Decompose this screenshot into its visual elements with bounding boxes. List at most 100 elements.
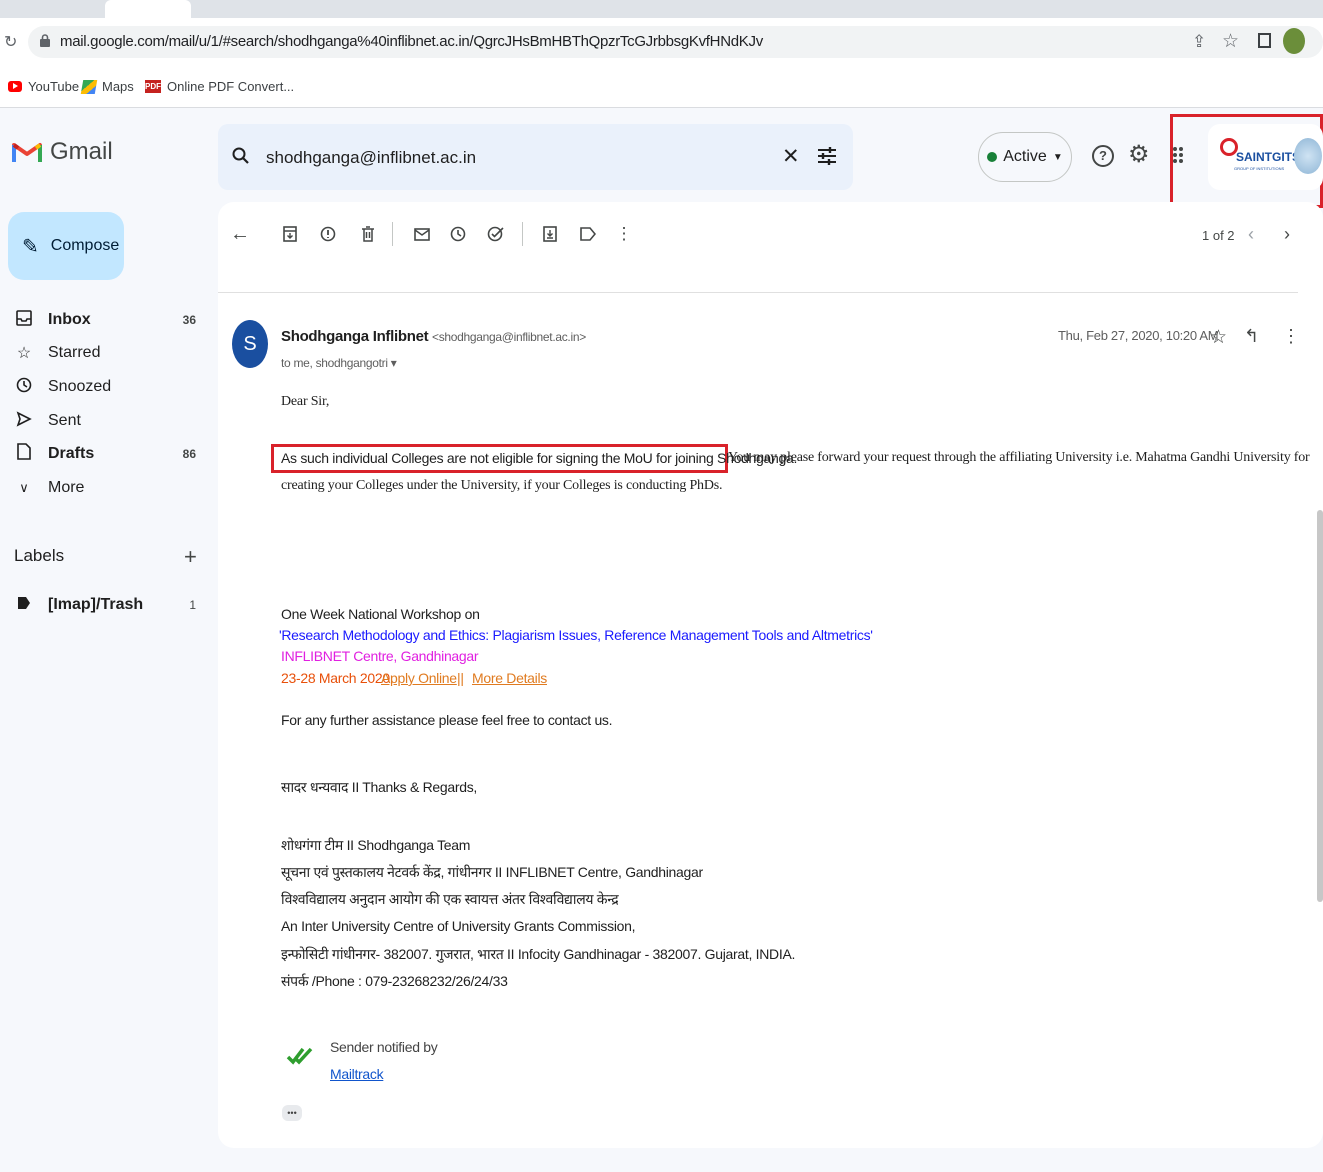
sender-avatar[interactable]: S <box>232 320 268 368</box>
mark-unread-icon[interactable] <box>412 224 432 244</box>
sidebar-label-trash[interactable]: [Imap]/Trash 1 <box>14 590 204 620</box>
add-label-icon[interactable]: + <box>184 544 197 570</box>
sender-email: <shodhganga@inflibnet.ac.in> <box>432 330 586 344</box>
body-para1-line2: creating your Colleges under the Univers… <box>281 478 723 493</box>
scrollbar[interactable] <box>1317 510 1323 902</box>
youtube-icon <box>8 81 22 92</box>
bookmark-label: YouTube <box>28 79 80 94</box>
reply-icon[interactable]: ↰ <box>1244 326 1259 347</box>
signature-line-1: शोधगंगा टीम II Shodhganga Team <box>281 837 471 853</box>
back-arrow-icon[interactable]: ← <box>230 223 250 245</box>
side-panel-icon[interactable] <box>1258 33 1271 48</box>
maps-icon <box>80 79 98 94</box>
more-details-link[interactable]: More Details <box>472 670 547 686</box>
add-task-icon[interactable] <box>486 224 506 244</box>
pdf-icon: PDF <box>145 80 161 93</box>
search-bar[interactable]: shodhganga@inflibnet.ac.in ✕ <box>218 124 853 190</box>
share-icon[interactable]: ⇪ <box>1192 32 1206 52</box>
browser-address-bar: ↻ mail.google.com/mail/u/1/#search/shodh… <box>0 18 1323 68</box>
browser-menu-icon[interactable]: ⋮ <box>1316 30 1323 50</box>
gmail-wordmark: Gmail <box>50 138 113 165</box>
sidebar-item-label: Drafts <box>48 445 95 462</box>
signature-line-4: An Inter University Centre of University… <box>281 918 636 934</box>
gmail-logo[interactable]: Gmail <box>12 138 113 166</box>
bookmark-youtube[interactable]: YouTube <box>8 79 79 94</box>
reload-icon[interactable]: ↻ <box>4 32 17 52</box>
account-avatar <box>1294 138 1322 174</box>
sidebar-item-snoozed[interactable]: Snoozed <box>14 372 204 402</box>
snooze-icon[interactable] <box>448 224 468 244</box>
highlighted-sentence: As such individual Colleges are not elig… <box>281 450 798 466</box>
move-to-icon[interactable] <box>540 224 560 244</box>
workshop-heading: One Week National Workshop on <box>281 606 480 622</box>
recipients-line[interactable]: to me, shodhgangotri ▾ <box>281 356 397 370</box>
workshop-dates-text: 23-28 March 2020. <box>281 670 394 686</box>
compose-button[interactable]: ✎ Compose <box>8 212 124 280</box>
report-spam-icon[interactable] <box>318 224 338 244</box>
gmail-m-icon <box>12 143 42 162</box>
toolbar-divider <box>392 222 393 246</box>
profile-avatar[interactable] <box>1283 28 1305 54</box>
clear-search-icon[interactable]: ✕ <box>782 144 800 169</box>
bookmark-star-icon[interactable]: ☆ <box>1222 30 1239 53</box>
star-email-icon[interactable]: ☆ <box>1210 326 1227 349</box>
search-input[interactable]: shodhganga@inflibnet.ac.in <box>266 148 476 168</box>
draft-icon <box>14 443 34 465</box>
clock-icon <box>14 377 34 398</box>
workshop-dates: 23-28 March 2020. Apply Online || More D… <box>281 670 547 686</box>
mailtrack-link[interactable]: Mailtrack <box>330 1066 384 1082</box>
show-trimmed-content[interactable]: ••• <box>282 1105 302 1121</box>
labels-heading: Labels <box>14 546 65 565</box>
delete-icon[interactable] <box>358 224 378 244</box>
url-text: mail.google.com/mail/u/1/#search/shodhga… <box>60 33 763 50</box>
apps-grid-icon[interactable] <box>1172 146 1188 166</box>
star-icon: ☆ <box>16 345 32 362</box>
recipients-text: to me, shodhgangotri <box>281 356 388 370</box>
sidebar-item-more[interactable]: ∨ More <box>14 473 204 503</box>
archive-icon[interactable] <box>280 224 300 244</box>
active-dot-icon <box>987 152 998 162</box>
bookmarks-bar: YouTube Maps PDF Online PDF Convert... <box>0 68 1323 108</box>
sidebar-item-count: 86 <box>182 447 196 461</box>
inbox-icon <box>14 309 34 331</box>
sidebar-item-drafts[interactable]: Drafts 86 <box>14 439 204 469</box>
sidebar-item-label: [Imap]/Trash <box>48 596 144 613</box>
search-options-icon[interactable] <box>818 146 836 166</box>
bookmark-label: Online PDF Convert... <box>167 79 295 94</box>
email-more-icon[interactable]: ⋮ <box>1282 326 1300 347</box>
account-switcher[interactable]: SAINTGITS GROUP OF INSTITUTIONS <box>1208 124 1323 190</box>
assistance-text: For any further assistance please feel f… <box>281 712 613 728</box>
signature-line-6: संपर्क /Phone : 079-23268232/26/24/33 <box>281 973 508 989</box>
settings-gear-icon[interactable]: ⚙ <box>1128 140 1150 169</box>
more-options-icon[interactable]: ⋮ <box>614 224 634 244</box>
browser-active-tab[interactable] <box>105 0 191 18</box>
divider <box>218 292 1298 293</box>
notified-by-text: Sender notified by <box>330 1039 438 1055</box>
bookmark-pdf[interactable]: PDF Online PDF Convert... <box>145 79 294 94</box>
greeting: Dear Sir, <box>281 394 330 409</box>
sidebar-item-label: Sent <box>48 412 81 429</box>
newer-chevron-icon[interactable]: ‹ <box>1248 224 1254 245</box>
sender-name[interactable]: Shodhganga Inflibnet <box>281 328 429 345</box>
email-toolbar: ← ⋮ 1 of 2 ‹ › <box>218 202 1323 270</box>
sidebar-item-sent[interactable]: Sent <box>14 406 204 436</box>
pencil-icon: ✎ <box>22 235 39 258</box>
regards-text: सादर धन्यवाद II Thanks & Regards, <box>281 779 477 795</box>
toolbar-divider <box>522 222 523 246</box>
sidebar-item-label: More <box>48 479 85 496</box>
sidebar-item-starred[interactable]: ☆ Starred <box>14 338 204 368</box>
lock-icon[interactable] <box>40 34 50 52</box>
search-icon[interactable] <box>232 147 250 165</box>
status-selector[interactable]: Active ▼ <box>978 132 1072 182</box>
label-icon[interactable] <box>578 224 598 244</box>
older-chevron-icon[interactable]: › <box>1284 224 1290 245</box>
sidebar-item-label: Starred <box>48 344 101 361</box>
email-view-panel: ← ⋮ 1 of 2 ‹ › S Shodhganga Inflibnet <s… <box>218 202 1323 1148</box>
workshop-venue: INFLIBNET Centre, Gandhinagar <box>281 648 479 664</box>
apply-online-link[interactable]: Apply Online <box>381 670 457 686</box>
sidebar-item-inbox[interactable]: Inbox 36 <box>14 305 204 335</box>
help-icon[interactable]: ? <box>1092 145 1114 167</box>
bookmark-maps[interactable]: Maps <box>80 79 134 94</box>
compose-label: Compose <box>50 237 120 254</box>
email-date: Thu, Feb 27, 2020, 10:20 AM <box>1058 328 1219 343</box>
